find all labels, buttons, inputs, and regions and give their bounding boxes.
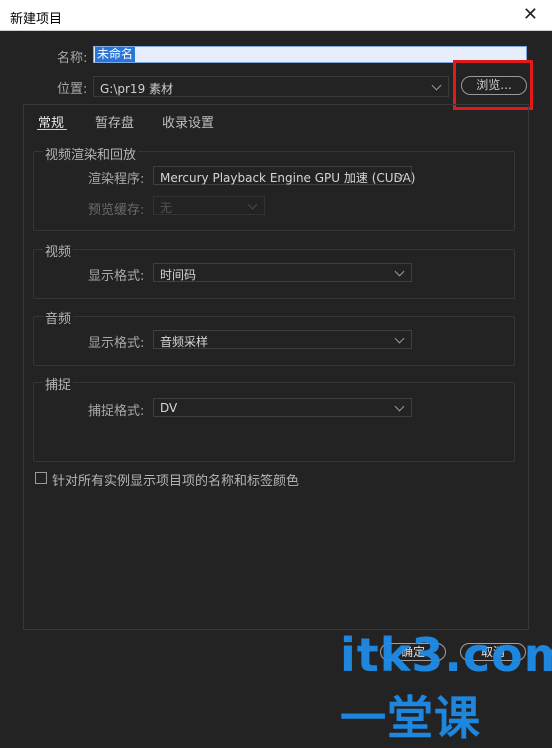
audio-display-format-value: 音频采样 bbox=[160, 335, 209, 349]
group-capture-title: 捕捉 bbox=[43, 374, 74, 393]
group-capture bbox=[33, 382, 515, 462]
renderer-value: Mercury Playback Engine GPU 加速 (CUDA) bbox=[160, 171, 416, 185]
cancel-button[interactable]: 取消 bbox=[460, 643, 526, 661]
title-bar: 新建项目 ✕ bbox=[0, 0, 552, 31]
capture-format-dropdown[interactable]: DV bbox=[153, 398, 412, 417]
chevron-down-icon bbox=[394, 401, 405, 412]
name-input[interactable]: 未命名 bbox=[93, 46, 527, 63]
renderer-label: 渲染程序: bbox=[88, 172, 145, 187]
tab-ingest-settings[interactable]: 收录设置 bbox=[162, 112, 214, 131]
renderer-dropdown[interactable]: Mercury Playback Engine GPU 加速 (CUDA) bbox=[153, 166, 416, 185]
video-display-format-label: 显示格式: bbox=[88, 269, 145, 284]
capture-format-label: 捕捉格式: bbox=[88, 404, 145, 419]
show-label-colors-label: 针对所有实例显示项目项的名称和标签颜色 bbox=[52, 474, 300, 489]
active-tab-indicator bbox=[37, 129, 67, 130]
browse-button[interactable]: 浏览... bbox=[461, 76, 527, 95]
preview-cache-label: 预览缓存: bbox=[88, 203, 145, 218]
video-display-format-value: 时间码 bbox=[160, 268, 197, 282]
preview-cache-value: 无 bbox=[160, 201, 173, 215]
group-video-title: 视频 bbox=[43, 241, 74, 260]
location-select[interactable]: G:\pr19 素材 bbox=[93, 76, 449, 97]
chevron-down-icon bbox=[247, 199, 258, 210]
group-audio-title: 音频 bbox=[43, 308, 74, 327]
chevron-down-icon bbox=[394, 266, 405, 277]
tab-scratch-disks[interactable]: 暂存盘 bbox=[95, 112, 134, 131]
close-icon[interactable]: ✕ bbox=[523, 4, 538, 25]
audio-display-format-dropdown[interactable]: 音频采样 bbox=[153, 330, 412, 349]
video-display-format-dropdown[interactable]: 时间码 bbox=[153, 263, 412, 282]
name-label: 名称: bbox=[57, 51, 88, 66]
name-input-value: 未命名 bbox=[95, 47, 136, 62]
group-video-rendering bbox=[33, 151, 515, 231]
chevron-down-icon bbox=[431, 80, 442, 91]
audio-display-format-label: 显示格式: bbox=[88, 336, 145, 351]
group-video-rendering-title: 视频渲染和回放 bbox=[43, 144, 139, 163]
window-title: 新建项目 bbox=[10, 12, 63, 27]
capture-format-value: DV bbox=[160, 401, 178, 415]
show-label-colors-checkbox[interactable] bbox=[35, 472, 47, 484]
location-label: 位置: bbox=[57, 82, 88, 97]
ok-button[interactable]: 确定 bbox=[380, 643, 446, 661]
location-value: G:\pr19 素材 bbox=[100, 82, 174, 96]
chevron-down-icon bbox=[394, 333, 405, 344]
preview-cache-dropdown: 无 bbox=[153, 196, 265, 215]
